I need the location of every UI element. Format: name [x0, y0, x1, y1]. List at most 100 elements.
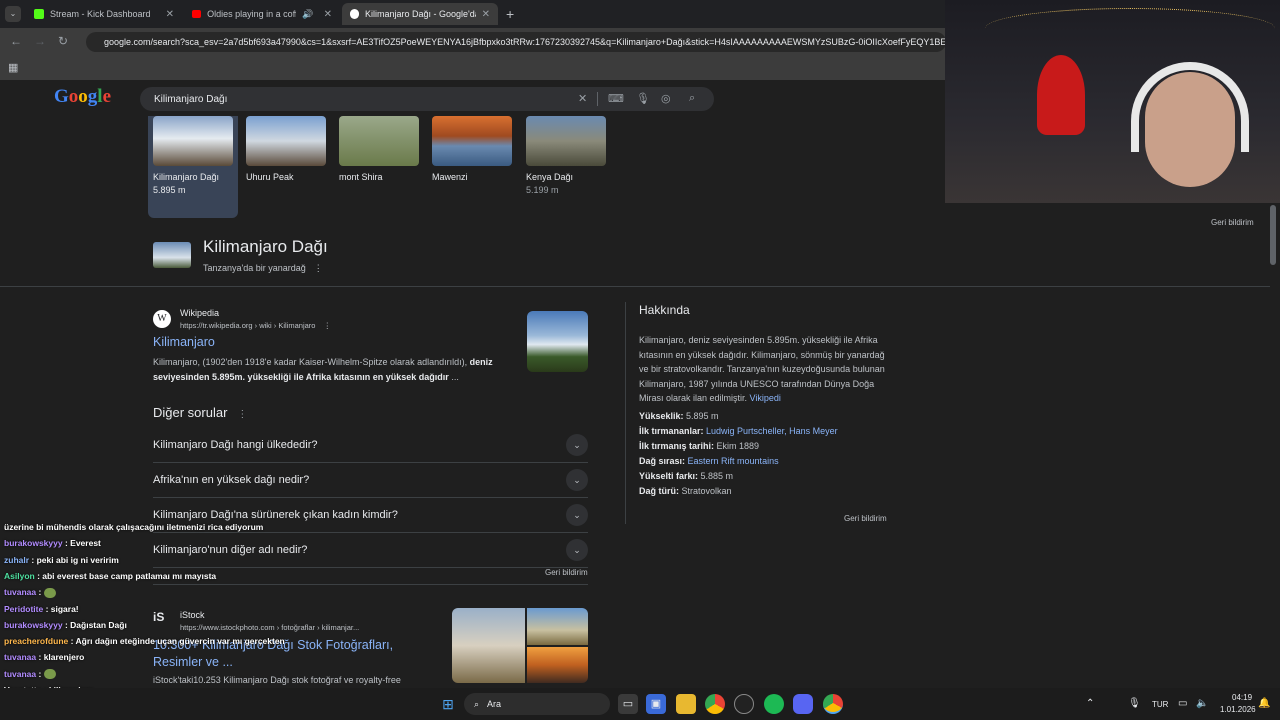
- windows-start-icon[interactable]: ⊞: [438, 694, 458, 714]
- chrome-active-icon[interactable]: [823, 694, 843, 714]
- close-tab-icon[interactable]: ✕: [166, 9, 174, 20]
- tab-list-button[interactable]: ⌄: [5, 6, 21, 22]
- fact-row: Dağ sırası: Eastern Rift mountains: [639, 456, 899, 466]
- chat-username[interactable]: tuvanaa: [4, 652, 36, 662]
- volume-icon[interactable]: 🔈: [1196, 698, 1208, 709]
- tray-chevron-icon[interactable]: ⌃: [1086, 698, 1094, 709]
- reload-icon[interactable]: ↻: [58, 34, 68, 48]
- emote-icon: [43, 587, 56, 598]
- tab-oldies[interactable]: Oldies playing in a coffee s 🔊 ✕: [184, 3, 340, 25]
- mic-icon[interactable]: 🎙: [636, 92, 650, 105]
- google-logo[interactable]: Google: [54, 86, 111, 108]
- fact-row: Yükselti farkı: 5.885 m: [639, 471, 899, 481]
- chat-username[interactable]: preacherofdune: [4, 636, 68, 646]
- feedback-link[interactable]: Geri bildirim: [1211, 218, 1254, 227]
- obs-icon[interactable]: [734, 694, 754, 714]
- result-image[interactable]: [527, 647, 588, 683]
- result-image[interactable]: [452, 608, 525, 683]
- result-title-link[interactable]: Kilimanjaro: [153, 335, 215, 349]
- entity-title: Kilimanjaro Dağı: [203, 237, 328, 256]
- carousel-item-mawenzi[interactable]: Mawenzi: [432, 116, 512, 182]
- chevron-down-icon[interactable]: ⌄: [566, 503, 588, 526]
- chat-username[interactable]: burakowskyyy: [4, 620, 63, 630]
- carousel-sub: 5.895 m: [153, 185, 186, 195]
- carousel-item-kilimanjaro[interactable]: Kilimanjaro Dağı 5.895 m: [153, 116, 233, 195]
- chat-text: Everest: [70, 538, 101, 549]
- feedback-link[interactable]: Geri bildirim: [844, 514, 887, 523]
- tab-kick-dashboard[interactable]: Stream - Kick Dashboard ✕: [26, 3, 182, 25]
- new-tab-button[interactable]: +: [506, 6, 514, 22]
- entity-subtitle: Tanzanya'da bir yanardağ ⋮: [203, 263, 323, 273]
- store-icon[interactable]: ▣: [646, 694, 666, 714]
- wiki-link[interactable]: Vikipedi: [750, 393, 781, 403]
- fact-value[interactable]: Eastern Rift mountains: [688, 456, 779, 466]
- carousel-item-kenya[interactable]: Kenya Dağı 5.199 m: [526, 116, 606, 195]
- chat-message: burakowskyyy : Everest: [4, 538, 101, 548]
- taskbar-search[interactable]: ⌕ Ara: [464, 693, 610, 715]
- address-bar[interactable]: google.com/search?sca_esv=2a7d5bf693a479…: [86, 32, 946, 52]
- result-thumbnail[interactable]: [527, 311, 588, 372]
- clock-date[interactable]: 1.01.2026: [1220, 705, 1256, 714]
- tab-label: Oldies playing in a coffee s: [207, 9, 296, 19]
- back-icon[interactable]: ←: [10, 34, 22, 48]
- close-tab-icon[interactable]: ✕: [482, 9, 490, 20]
- chevron-down-icon[interactable]: ⌄: [566, 433, 588, 456]
- discord-icon[interactable]: [793, 694, 813, 714]
- fact-value[interactable]: Ludwig Purtscheller, Hans Meyer: [706, 426, 838, 436]
- keyboard-icon[interactable]: ⌨: [608, 92, 624, 105]
- search-input[interactable]: Kilimanjaro Dağı: [140, 87, 714, 111]
- chevron-down-icon[interactable]: ⌄: [566, 468, 588, 491]
- speaker-icon[interactable]: 🔊: [302, 9, 313, 20]
- chat-text: klarenjero: [43, 652, 85, 663]
- section-divider: [153, 584, 588, 585]
- chat-username[interactable]: Peridotite: [4, 604, 43, 614]
- chat-username[interactable]: tuvanaa: [4, 587, 36, 597]
- chat-separator: :: [43, 603, 51, 614]
- explorer-icon[interactable]: [676, 694, 696, 714]
- mic-tray-icon[interactable]: 🎙: [1128, 698, 1141, 709]
- fact-value: 5.885 m: [700, 470, 734, 481]
- chat-message: tuvanaa :: [4, 587, 56, 598]
- lens-icon[interactable]: ◎: [661, 92, 671, 105]
- clock-time[interactable]: 04:19: [1232, 693, 1252, 702]
- paa-question[interactable]: Kilimanjaro'nun diğer adı nedir? ⌄: [153, 532, 588, 568]
- chevron-down-icon[interactable]: ⌄: [566, 538, 588, 561]
- feedback-link[interactable]: Geri bildirim: [545, 568, 588, 577]
- paa-question[interactable]: Afrika'nın en yüksek dağı nedir? ⌄: [153, 462, 588, 498]
- close-tab-icon[interactable]: ✕: [324, 9, 332, 20]
- forward-icon[interactable]: →: [34, 34, 46, 48]
- headphones: [1131, 62, 1249, 152]
- chat-username[interactable]: zuhalr: [4, 555, 29, 565]
- chat-text: peki abi ig ni veririm: [36, 554, 119, 565]
- search-icon[interactable]: ⌕: [689, 92, 695, 105]
- paa-question[interactable]: Kilimanjaro Dağı hangi ülkededir? ⌄: [153, 427, 588, 463]
- taskview-icon[interactable]: ▭: [618, 694, 638, 714]
- tab-google-search[interactable]: Kilimanjaro Dağı - Google'da A ✕: [342, 3, 498, 25]
- more-options-icon[interactable]: ⋮: [323, 321, 331, 330]
- carousel-name: Kilimanjaro Dağı: [153, 172, 220, 182]
- fact-key: İlk tırmanış tarihi:: [639, 440, 717, 451]
- result-breadcrumb: https://www.istockphoto.com › fotoğrafla…: [180, 623, 360, 632]
- carousel-item-uhuru[interactable]: Uhuru Peak: [246, 116, 326, 182]
- spotify-icon[interactable]: [764, 694, 784, 714]
- result-image[interactable]: [527, 608, 588, 645]
- chrome-icon[interactable]: [705, 694, 725, 714]
- notification-icon[interactable]: 🔔: [1258, 698, 1270, 709]
- carousel-image: [526, 116, 606, 166]
- clear-icon[interactable]: ✕: [578, 92, 587, 105]
- carousel-item-shira[interactable]: mont Shira: [339, 116, 419, 182]
- chat-username[interactable]: burakowskyyy: [4, 538, 63, 548]
- search-icon: ⌕: [474, 698, 480, 709]
- chat-username[interactable]: Asilyon: [4, 571, 35, 581]
- scrollbar[interactable]: [1270, 205, 1276, 265]
- entity-thumbnail[interactable]: [153, 242, 191, 268]
- language-indicator[interactable]: TUR: [1152, 700, 1168, 709]
- more-options-icon[interactable]: ⋮: [314, 263, 323, 273]
- network-icon[interactable]: ▭: [1178, 698, 1187, 709]
- istock-favicon: iS: [153, 610, 165, 624]
- chat-text: Ağrı dağın eteğinde uçan güvercin var mı…: [75, 636, 285, 647]
- chat-username[interactable]: tuvanaa: [4, 669, 36, 679]
- search-query: Kilimanjaro Dağı: [154, 93, 228, 105]
- apps-icon[interactable]: ▦: [8, 61, 18, 74]
- more-options-icon[interactable]: ⋮: [237, 409, 247, 420]
